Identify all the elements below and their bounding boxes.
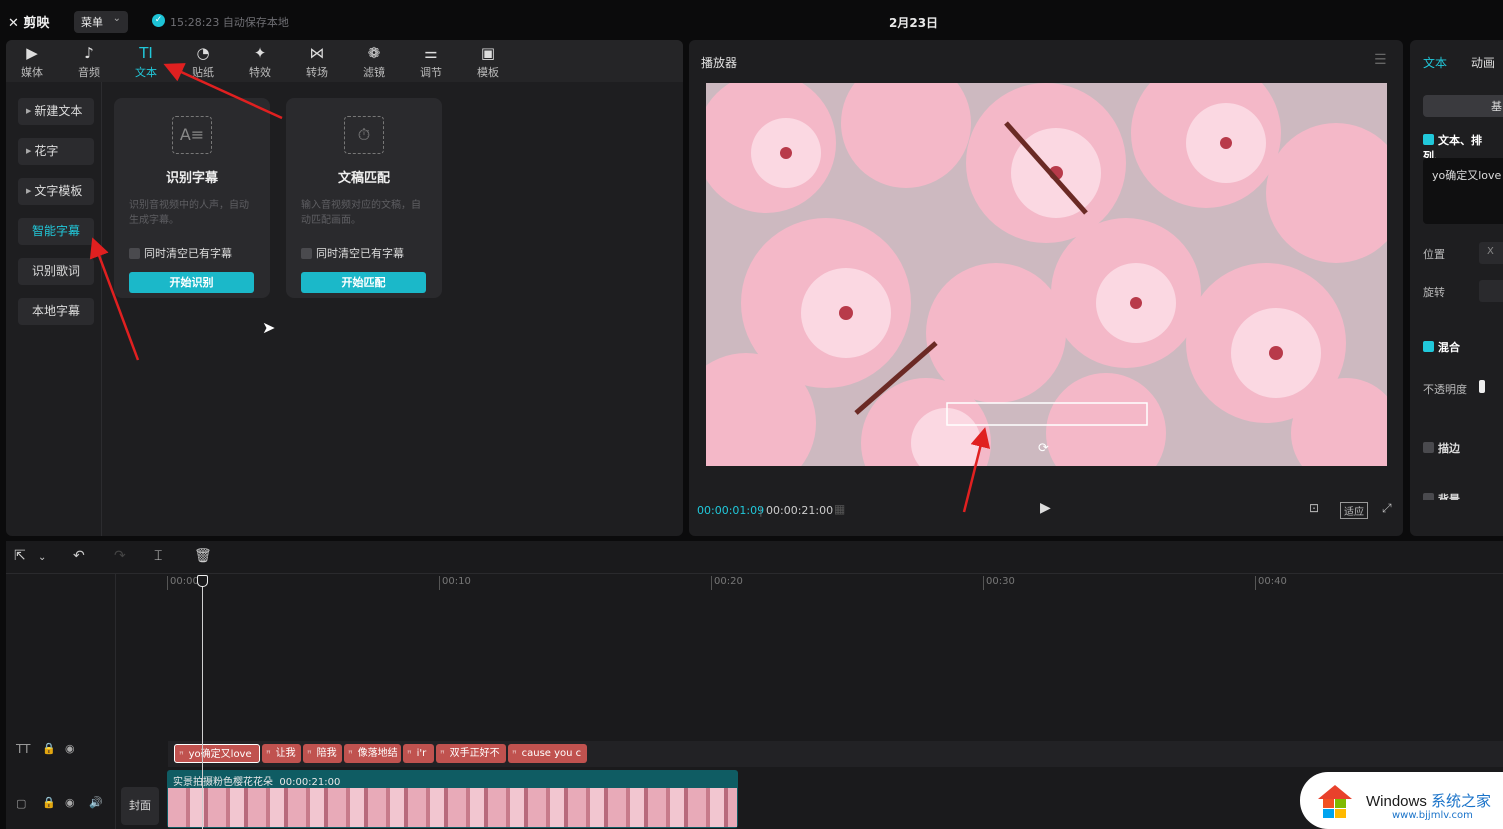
windows-logo-icon <box>1314 781 1356 821</box>
watermark-url: www.bjjmlv.com <box>1392 810 1473 821</box>
annotation-arrows <box>89 63 991 513</box>
watermark-title: Windows 系统之家 <box>1366 793 1492 810</box>
